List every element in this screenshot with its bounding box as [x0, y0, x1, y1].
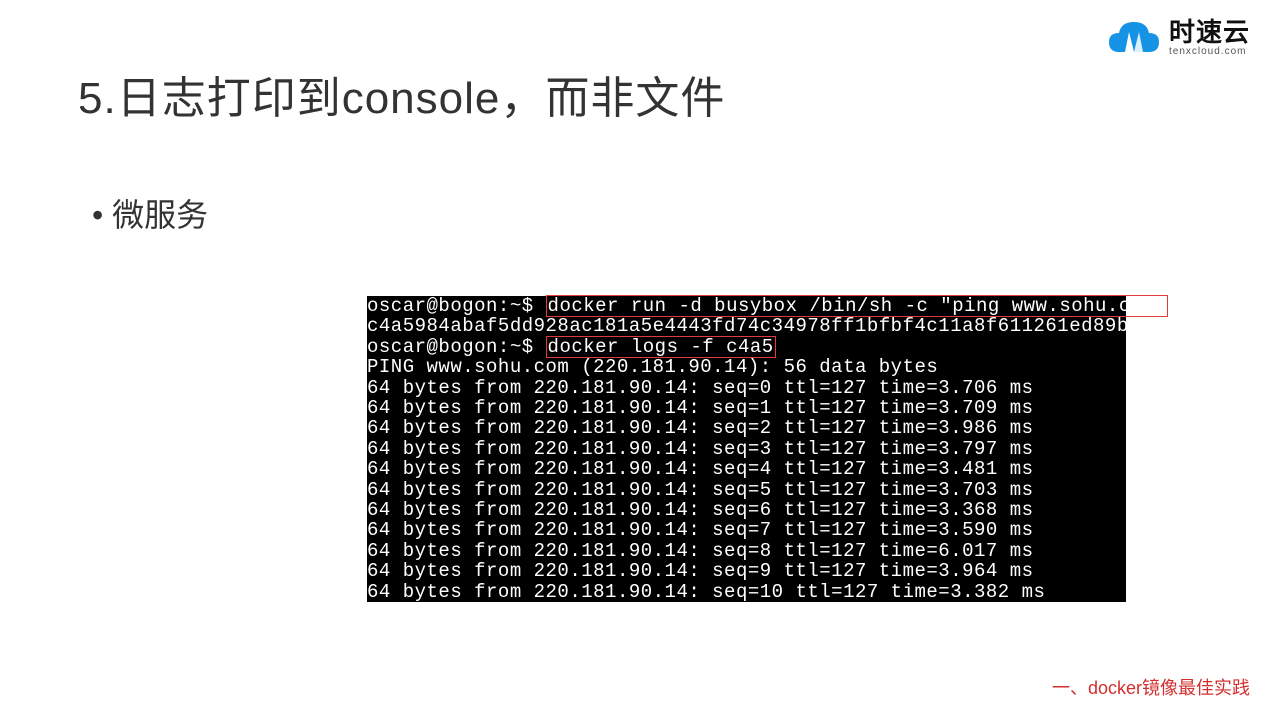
ping-line: 64 bytes from 220.181.90.14: seq=9 ttl=1… — [367, 561, 1126, 581]
ping-line: 64 bytes from 220.181.90.14: seq=8 ttl=1… — [367, 541, 1126, 561]
ping-line: 64 bytes from 220.181.90.14: seq=6 ttl=1… — [367, 500, 1126, 520]
ping-line: 64 bytes from 220.181.90.14: seq=1 ttl=1… — [367, 398, 1126, 418]
container-id: c4a5984abaf5dd928ac181a5e4443fd74c34978f… — [367, 316, 1126, 336]
brand-name-cn: 时速云 — [1169, 19, 1250, 45]
brand-text: 时速云 tenxcloud.com — [1169, 19, 1250, 57]
slide-title: 5.日志打印到console，而非文件 — [78, 62, 725, 126]
brand-name-en: tenxcloud.com — [1169, 47, 1250, 57]
brand-logo: 时速云 tenxcloud.com — [1107, 18, 1250, 58]
ping-line: 64 bytes from 220.181.90.14: seq=10 ttl=… — [367, 582, 1126, 602]
footer-caption: 一、docker镜像最佳实践 — [1052, 674, 1250, 700]
ping-line: 64 bytes from 220.181.90.14: seq=5 ttl=1… — [367, 480, 1126, 500]
bullet-microservice: 微服务 — [92, 190, 208, 236]
ping-line: 64 bytes from 220.181.90.14: seq=7 ttl=1… — [367, 520, 1126, 540]
ping-line: 64 bytes from 220.181.90.14: seq=3 ttl=1… — [367, 439, 1126, 459]
ping-header: PING www.sohu.com (220.181.90.14): 56 da… — [367, 357, 1126, 377]
terminal-output: oscar@bogon:~$ docker run -d busybox /bi… — [367, 296, 1126, 602]
prompt: oscar@bogon:~$ — [367, 336, 534, 358]
ping-line: 64 bytes from 220.181.90.14: seq=2 ttl=1… — [367, 418, 1126, 438]
cmd-docker-logs: docker logs -f c4a5 — [546, 336, 776, 358]
ping-line: 64 bytes from 220.181.90.14: seq=4 ttl=1… — [367, 459, 1126, 479]
ping-line: 64 bytes from 220.181.90.14: seq=0 ttl=1… — [367, 378, 1126, 398]
slide: 时速云 tenxcloud.com 5.日志打印到console，而非文件 微服… — [0, 0, 1280, 720]
cloud-icon — [1107, 18, 1161, 58]
cmd-docker-run: docker run -d busybox /bin/sh -c "ping w… — [546, 295, 1169, 317]
prompt: oscar@bogon:~$ — [367, 295, 534, 317]
